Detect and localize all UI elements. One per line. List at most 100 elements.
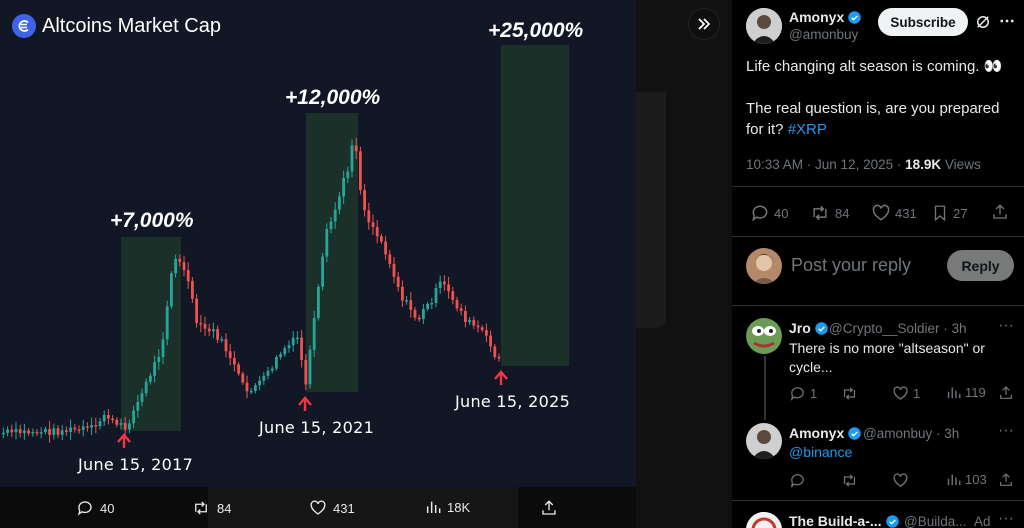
reply-button[interactable]: 40: [750, 203, 788, 223]
repost-icon: [813, 205, 827, 221]
tweet-timestamp[interactable]: 10:33 AM · Jun 12, 2025 ·: [746, 157, 901, 172]
candle-body: [380, 236, 383, 242]
author-avatar[interactable]: [746, 8, 782, 44]
reply-author-handle[interactable]: @amonbuy · 3h: [863, 426, 959, 441]
reply-views-button[interactable]: 103: [946, 472, 987, 487]
candle-body: [426, 303, 429, 310]
reply-repost-button[interactable]: [840, 385, 859, 402]
candle-body: [23, 430, 26, 434]
gain-label-2025: +25,000%: [488, 19, 584, 42]
reply-submit-button[interactable]: Reply: [947, 250, 1014, 281]
media-reply-button[interactable]: 40: [76, 499, 114, 517]
candle-body: [392, 263, 396, 277]
candle-body: [447, 284, 450, 292]
candle-body: [39, 432, 43, 434]
more-options-icon[interactable]: ···: [998, 510, 1014, 528]
bookmark-icon: [934, 205, 946, 222]
subscribe-button[interactable]: Subscribe: [878, 8, 968, 36]
share-icon: [1000, 473, 1012, 486]
candle-body: [417, 317, 421, 320]
reply-like-button[interactable]: [892, 472, 909, 489]
reply-repost-button[interactable]: [840, 472, 859, 489]
grok-icon[interactable]: [974, 13, 992, 31]
candle-body: [102, 414, 106, 422]
heart-icon: [872, 204, 890, 221]
ad-author-handle[interactable]: @Builda...: [904, 514, 966, 528]
candle-body: [350, 145, 354, 172]
candle-body: [186, 270, 190, 282]
candle-body: [443, 281, 446, 285]
candle-body: [489, 335, 492, 347]
ad-avatar[interactable]: [746, 512, 782, 528]
candle-body: [296, 337, 299, 340]
candle-body: [283, 348, 287, 355]
author-name-text: Amonyx: [789, 9, 845, 25]
candle-body: [216, 329, 219, 340]
repost-icon: [843, 474, 856, 487]
reply-like-button[interactable]: 1: [892, 385, 920, 402]
candle-body: [128, 423, 131, 430]
candle-body: [329, 221, 333, 229]
reply-author-handle[interactable]: @Crypto__Soldier · 3h: [829, 321, 967, 336]
candle-body: [342, 178, 345, 197]
more-options-icon[interactable]: ···: [998, 422, 1014, 440]
reply-reply-button[interactable]: [789, 472, 806, 489]
candle-body: [65, 430, 68, 432]
hashtag-link[interactable]: #XRP: [788, 121, 827, 138]
tweet-text: Life changing alt season is coming. 👀 Th…: [746, 56, 1016, 161]
chart-image[interactable]: Altcoins Market Cap +7,000% +12,000% +25…: [0, 0, 636, 487]
reply-avatar[interactable]: [746, 318, 782, 354]
candle-body: [115, 419, 119, 425]
media-share-button[interactable]: [540, 499, 558, 517]
media-repost-button[interactable]: 84: [191, 499, 231, 517]
media-repost-count: 84: [217, 500, 232, 516]
candle-body: [14, 429, 18, 433]
candle-body: [291, 337, 295, 346]
reply-share-button[interactable]: [998, 472, 1014, 488]
reply-reply-button[interactable]: 1: [789, 385, 817, 402]
candle-body: [52, 428, 56, 435]
media-reply-count: 40: [100, 500, 115, 516]
share-button[interactable]: [991, 203, 1009, 221]
candle-body: [258, 380, 261, 386]
media-views-button[interactable]: 18K: [425, 499, 470, 515]
like-button[interactable]: 431: [871, 203, 917, 223]
verified-badge-icon: [848, 10, 861, 24]
reply-share-button[interactable]: [998, 385, 1014, 401]
candle-body: [312, 318, 316, 350]
author-name[interactable]: Amonyx: [789, 9, 862, 25]
media-like-button[interactable]: 431: [309, 499, 355, 517]
author-handle[interactable]: @amonbuy: [789, 27, 858, 42]
reply-author-name[interactable]: Jro: [789, 320, 829, 336]
candle-body: [321, 256, 324, 287]
reply-views-button[interactable]: 119: [946, 385, 986, 400]
reply-mention-link[interactable]: @binance: [789, 443, 852, 462]
candle-body: [388, 254, 392, 264]
brand-logo-icon: [12, 14, 36, 38]
candle-body: [119, 422, 123, 425]
candle-body: [220, 339, 224, 341]
candle-body: [476, 325, 480, 328]
divider: [732, 236, 1024, 237]
repost-count: 84: [835, 205, 850, 221]
reply-avatar[interactable]: [746, 423, 782, 459]
reply-input[interactable]: Post your reply: [791, 255, 911, 276]
candle-body: [304, 359, 308, 385]
candle-body: [497, 356, 501, 359]
reply-author-name[interactable]: Amonyx: [789, 425, 862, 441]
expand-button[interactable]: [688, 8, 720, 40]
repost-button[interactable]: 84: [809, 203, 849, 223]
candle-body: [149, 375, 152, 382]
candle-body: [249, 390, 253, 393]
thread-line: [764, 356, 766, 420]
candle-body: [396, 276, 400, 287]
candle-body: [157, 356, 161, 363]
more-options-icon[interactable]: ···: [998, 317, 1014, 335]
candle-body: [10, 429, 14, 433]
bookmark-button[interactable]: 27: [931, 203, 967, 223]
tweet-meta: 10:33 AM · Jun 12, 2025 · 18.9K Views: [746, 157, 981, 172]
heart-icon: [893, 386, 908, 400]
ad-author-name[interactable]: The Build-a-...: [789, 513, 900, 528]
gain-zone-2017: [121, 237, 181, 431]
more-options-icon[interactable]: [998, 12, 1016, 30]
